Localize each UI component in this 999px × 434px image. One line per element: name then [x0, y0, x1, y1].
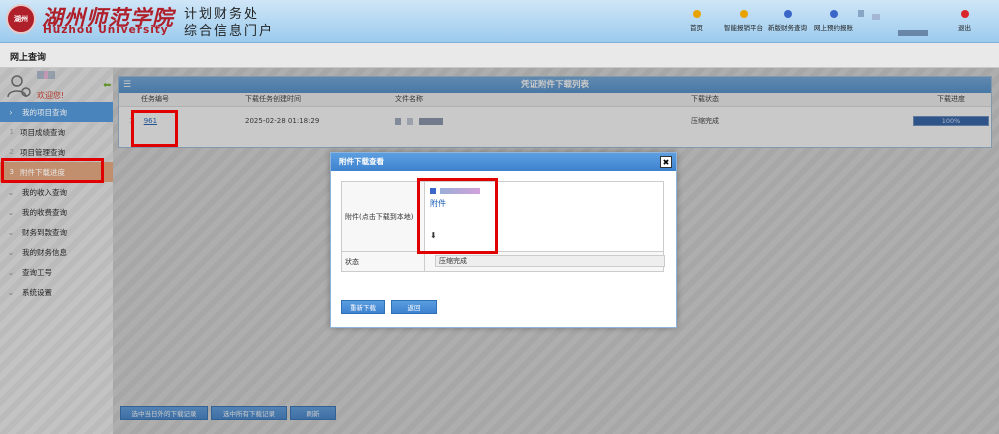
university-seal-logo: 湖州 — [6, 4, 36, 34]
status-value: 压缩完成 — [435, 255, 665, 267]
logout-icon — [960, 10, 969, 18]
section-title: 网上查询 — [10, 53, 47, 63]
nav-logout[interactable]: 退出 — [958, 10, 971, 32]
retry-download-button[interactable]: 重新下载 — [341, 300, 385, 314]
finance-query-icon — [783, 10, 792, 18]
booking-icon — [829, 10, 838, 18]
portal-title: 综合信息门户 — [184, 24, 275, 39]
nav-label: 网上预约报账 — [814, 24, 853, 32]
nav-label: 首页 — [690, 24, 703, 32]
back-button[interactable]: 返回 — [391, 300, 437, 314]
top-header: 湖州 湖州师范学院 Huzhou University 计划财务处 综合信息门户… — [0, 0, 999, 43]
university-name-en: Huzhou University — [43, 24, 169, 36]
highlight-task-id — [131, 110, 178, 147]
dialog-form: 附件(点击下载到本地) 附件 ⬇ 状态 压缩完成 — [341, 181, 665, 272]
status-label: 状态 — [345, 258, 359, 266]
attachment-download-dialog: 附件下载查看 ✖ 附件(点击下载到本地) 附件 ⬇ 状态 压缩完成 重新下载 返… — [330, 152, 677, 328]
nav-finance-query[interactable]: 新版财务查询 — [768, 10, 807, 32]
blurred-user-icon — [858, 10, 864, 17]
dialog-title-bar: 附件下载查看 ✖ — [331, 153, 676, 171]
highlight-attachment — [417, 178, 498, 254]
highlight-menu-item — [1, 158, 104, 183]
nav-label: 智能报销平台 — [724, 24, 763, 32]
nav-home[interactable]: 首页 — [690, 10, 703, 32]
home-icon — [692, 10, 701, 18]
nav-label: 退出 — [958, 24, 971, 32]
nav-label: 新版财务查询 — [768, 24, 807, 32]
dialog-title: 附件下载查看 — [339, 157, 384, 166]
attachment-label: 附件(点击下载到本地) — [345, 213, 414, 221]
attachment-row: 附件(点击下载到本地) 附件 ⬇ — [342, 182, 663, 252]
modal-backdrop-side — [0, 68, 113, 434]
reimburse-icon — [739, 10, 748, 18]
sub-header-bar: 网上查询 — [0, 43, 999, 68]
close-icon[interactable]: ✖ — [660, 156, 672, 168]
nav-reimburse-platform[interactable]: 智能报销平台 — [724, 10, 763, 32]
status-row: 状态 压缩完成 — [342, 252, 665, 271]
blurred-user-icon — [872, 14, 880, 20]
blurred-user-name — [898, 30, 928, 36]
nav-online-booking[interactable]: 网上预约报账 — [814, 10, 853, 32]
